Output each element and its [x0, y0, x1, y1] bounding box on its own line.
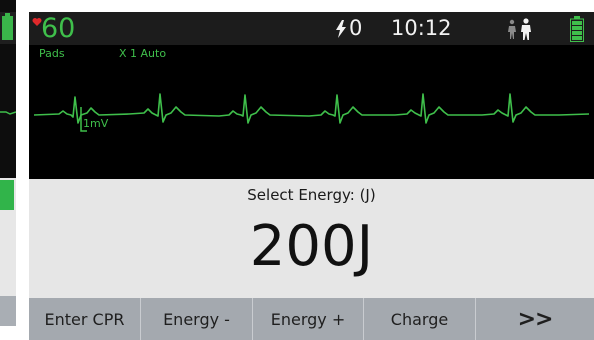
energy-decrease-button[interactable]: Energy - [141, 298, 253, 340]
energy-increase-button[interactable]: Energy + [253, 298, 364, 340]
shock-bolt-icon [336, 20, 346, 38]
previous-softkey-bar [0, 296, 16, 326]
ecg-scale-label: 1mV [83, 117, 109, 130]
enter-cpr-button[interactable]: Enter CPR [29, 298, 141, 340]
heart-rate-value: 60 [41, 13, 76, 44]
more-options-button[interactable]: >> [476, 298, 594, 340]
previous-highlight [0, 180, 14, 210]
previous-ecg-trace [0, 111, 16, 115]
shock-count: 0 [349, 16, 363, 40]
energy-selection-panel: Select Energy: (J) 200J [29, 179, 594, 298]
adult-patient-icon [508, 18, 531, 40]
ecg-trace [33, 93, 590, 132]
softkey-bar: Enter CPR Energy - Energy + Charge >> [29, 298, 594, 340]
clock-time: 10:12 [391, 16, 452, 40]
energy-value: 200J [249, 214, 374, 279]
defibrillator-screen: 60 0 10:12 Pads X 1 Auto 1mV Select Ener… [29, 12, 594, 340]
previous-screen-edge [0, 0, 16, 326]
previous-battery-icon [2, 13, 13, 40]
energy-title: Select Energy: (J) [247, 186, 376, 204]
battery-icon [570, 16, 584, 42]
ecg-waveform-area: Pads X 1 Auto 1mV [29, 45, 594, 179]
charge-button[interactable]: Charge [364, 298, 476, 340]
status-bar: 60 0 10:12 [29, 12, 594, 45]
